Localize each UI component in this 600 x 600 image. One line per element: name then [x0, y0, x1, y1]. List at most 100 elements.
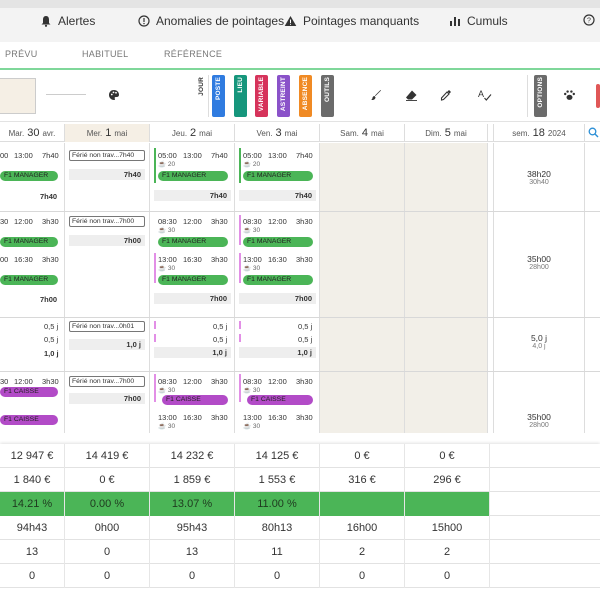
tab-prevu[interactable]: PRÉVU: [5, 49, 38, 59]
time-start: 05:00: [243, 151, 262, 160]
eraser-icon[interactable]: [405, 89, 418, 104]
day-header-sat[interactable]: Sam. 4 mai: [320, 124, 405, 142]
break-info: ☕ 20: [243, 161, 261, 168]
nav-alertes[interactable]: Alertes: [40, 14, 95, 28]
shift-marker: [154, 148, 156, 183]
day-header-thu[interactable]: Jeu. 2 mai: [150, 124, 235, 142]
day-total: 7h00: [69, 235, 145, 246]
tab-reference[interactable]: RÉFÉRENCE: [164, 49, 222, 59]
day-total: 7h00: [154, 293, 231, 304]
day-header-tue[interactable]: Mar. 30 avr.: [0, 124, 65, 142]
tab-lieu[interactable]: LIEU: [234, 75, 247, 117]
summary-cell: 13: [0, 540, 65, 564]
week-header[interactable]: sem. 18 2024: [493, 124, 585, 142]
tab-astreint[interactable]: ASTREINT: [277, 75, 290, 117]
palette-icon[interactable]: [108, 89, 120, 104]
summary-cell: 0: [405, 564, 490, 588]
help-button[interactable]: ?: [583, 14, 595, 26]
col-sun: [405, 143, 488, 433]
col-sat: [320, 143, 405, 433]
day-total: 7h40: [69, 169, 145, 180]
color-swatch-cell[interactable]: [0, 78, 36, 114]
summary-cell: 0: [65, 540, 150, 564]
time-end: 12:00: [183, 377, 202, 386]
top-nav: Alertes Anomalies de pointages Pointages…: [0, 0, 600, 42]
ferie-tag[interactable]: Férié non trav...7h00: [69, 216, 145, 227]
shift-pill[interactable]: F1 MANAGER: [158, 237, 228, 247]
tab-poste[interactable]: POSTE: [212, 75, 225, 117]
shift-pill[interactable]: F1 MANAGER: [158, 171, 228, 181]
time-end: 16:30: [183, 413, 202, 422]
shift-pill[interactable]: F1 CAISSE: [162, 395, 228, 405]
shift-pill[interactable]: F1 CAISSE: [247, 395, 313, 405]
time-start: 13:00: [158, 255, 177, 264]
shift-marker: [154, 334, 156, 342]
tab-variable[interactable]: VARIABLE: [255, 75, 268, 117]
shift-pill[interactable]: F1 CAISSE: [0, 415, 58, 425]
options-button[interactable]: OPTIONS: [534, 75, 547, 117]
ferie-tag[interactable]: Férié non trav...0h01: [69, 321, 145, 332]
day-total: 1,0 j: [44, 349, 59, 358]
nav-manquants[interactable]: Pointages manquants: [284, 14, 419, 28]
shift-pill[interactable]: F1 MANAGER: [243, 275, 313, 285]
duration: 3h30: [42, 255, 59, 264]
break-info: ☕ 30: [243, 227, 261, 234]
day-total: 7h00: [239, 293, 316, 304]
summary-table: 12 947 € 14 419 € 14 232 € 14 125 € 0 € …: [0, 444, 600, 600]
duration: 7h40: [296, 151, 313, 160]
help-icon: ?: [583, 14, 595, 26]
red-tab-edge[interactable]: [596, 84, 600, 108]
time-start: 00: [0, 151, 9, 160]
shift-pill[interactable]: F1 MANAGER: [0, 275, 58, 285]
brush-icon[interactable]: [370, 89, 382, 104]
shift-pill[interactable]: F1 MANAGER: [0, 237, 58, 247]
shift-pill[interactable]: F1 MANAGER: [0, 171, 58, 181]
spellcheck-icon[interactable]: A: [478, 89, 492, 104]
summary-cell: [320, 492, 405, 516]
summary-cell: [405, 492, 490, 516]
time-end: 12:00: [183, 217, 202, 226]
tab-outils[interactable]: OUTILS: [321, 75, 334, 117]
time-start: 13:00: [158, 413, 177, 422]
eyedropper-icon[interactable]: [440, 89, 452, 104]
toolbar-separator: [208, 75, 209, 117]
shift-pill[interactable]: F1 MANAGER: [243, 237, 313, 247]
summary-cell: 80h13: [235, 516, 320, 540]
day-total: 1,0 j: [239, 347, 316, 358]
nav-anomalies[interactable]: Anomalies de pointages: [138, 14, 284, 28]
day-header-fri[interactable]: Ven. 3 mai: [235, 124, 320, 142]
time-end: 16:30: [183, 255, 202, 264]
week-total-2: 35h00 28h00: [494, 254, 584, 271]
duration: 3h30: [211, 255, 228, 264]
duration: 7h40: [211, 151, 228, 160]
summary-cell: 0: [150, 564, 235, 588]
paw-icon[interactable]: [563, 89, 576, 104]
col-wed: [65, 143, 150, 433]
tab-absence[interactable]: ABSENCE: [299, 75, 312, 117]
day-header-sun[interactable]: Dim. 5 mai: [405, 124, 488, 142]
summary-cell: 0 €: [405, 444, 490, 468]
day-header-wed[interactable]: Mer. 1 mai: [65, 124, 150, 142]
summary-cell: 0: [235, 564, 320, 588]
info-circle-icon: [138, 15, 150, 27]
summary-cell: 0 €: [65, 468, 150, 492]
shift-pill[interactable]: F1 MANAGER: [158, 275, 228, 285]
nav-cumuls[interactable]: Cumuls: [449, 14, 508, 28]
svg-text:A: A: [478, 89, 484, 99]
search-icon[interactable]: [588, 127, 599, 141]
shift-marker: [154, 321, 156, 329]
summary-row-cost: 1 840 € 0 € 1 859 € 1 553 € 316 € 296 €: [0, 468, 600, 492]
svg-text:?: ?: [587, 18, 591, 25]
ferie-tag[interactable]: Férié non trav...7h00: [69, 376, 145, 387]
row-divider: [0, 317, 600, 318]
tab-habituel[interactable]: HABITUEL: [82, 49, 128, 59]
summary-row-zero: 0 0 0 0 0 0: [0, 564, 600, 588]
duration: 3h30: [42, 377, 59, 386]
shift-pill[interactable]: F1 CAISSE: [0, 387, 58, 397]
duration: 3h30: [296, 413, 313, 422]
ferie-tag[interactable]: Férié non trav...7h40: [69, 150, 145, 161]
summary-cell: 0: [0, 564, 65, 588]
shift-pill[interactable]: F1 MANAGER: [243, 171, 313, 181]
summary-cell: 11: [235, 540, 320, 564]
day-value: 0,5 j: [44, 335, 59, 344]
